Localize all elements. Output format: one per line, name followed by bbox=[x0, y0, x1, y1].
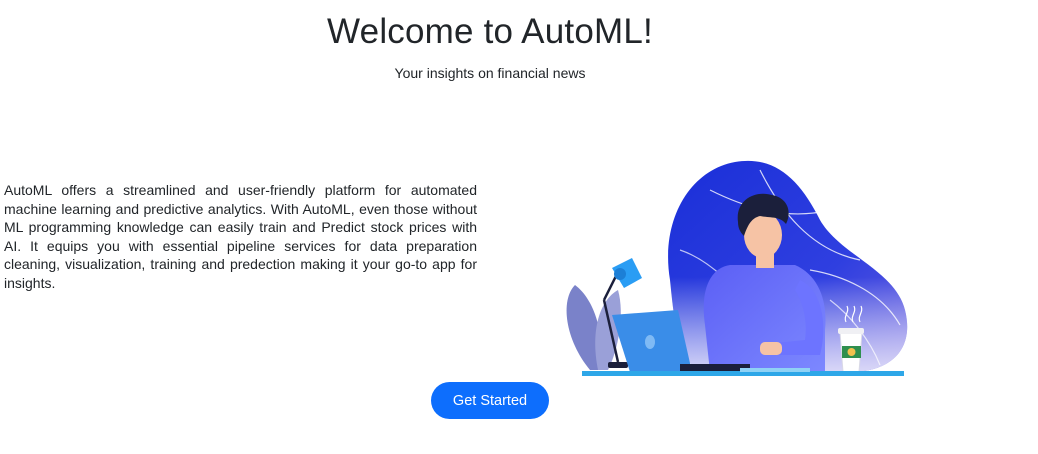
hero-illustration bbox=[566, 160, 908, 376]
landing-page: Welcome to AutoML! Your insights on fina… bbox=[0, 0, 1038, 454]
plant-icon bbox=[566, 285, 621, 370]
page-subtitle: Your insights on financial news bbox=[394, 65, 586, 81]
page-title: Welcome to AutoML! bbox=[327, 12, 653, 51]
get-started-button[interactable]: Get Started bbox=[431, 382, 549, 419]
intro-paragraph: AutoML offers a streamlined and user-fri… bbox=[4, 182, 477, 291]
